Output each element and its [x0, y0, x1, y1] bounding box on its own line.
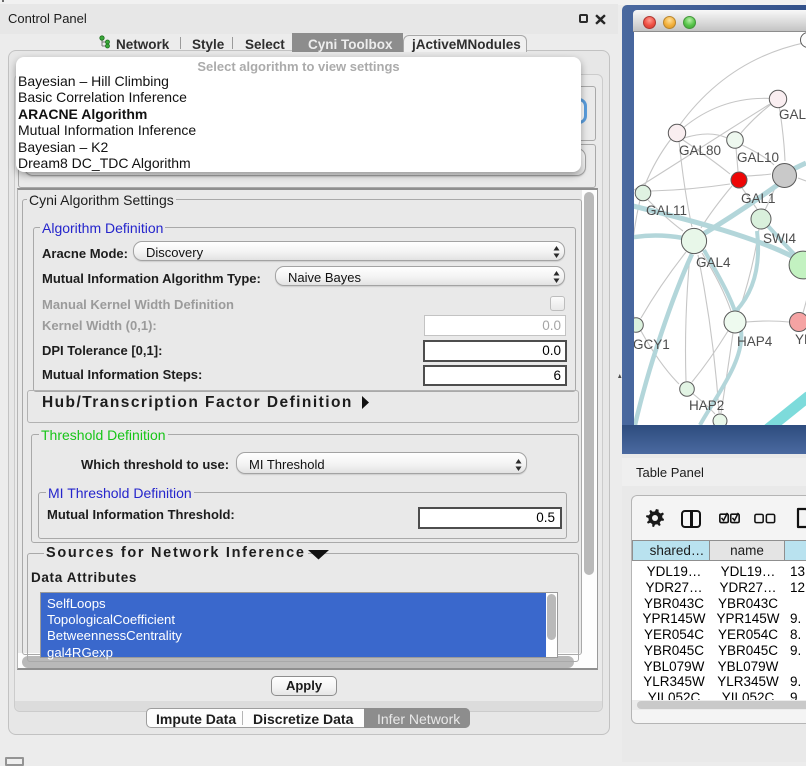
- svg-text:SWI4: SWI4: [763, 231, 796, 246]
- svg-text:YP: YP: [795, 332, 806, 347]
- svg-text:GAL4: GAL4: [696, 255, 731, 270]
- svg-text:GAL11: GAL11: [646, 203, 687, 218]
- svg-text:GCY1: GCY1: [634, 337, 670, 352]
- svg-text:GAL80: GAL80: [679, 143, 721, 158]
- svg-text:GAL2: GAL2: [779, 107, 806, 122]
- svg-text:HAP2: HAP2: [689, 398, 724, 413]
- svg-text:GAL10: GAL10: [737, 150, 779, 165]
- svg-text:HAP4: HAP4: [737, 334, 773, 349]
- svg-text:GAL1: GAL1: [741, 191, 776, 206]
